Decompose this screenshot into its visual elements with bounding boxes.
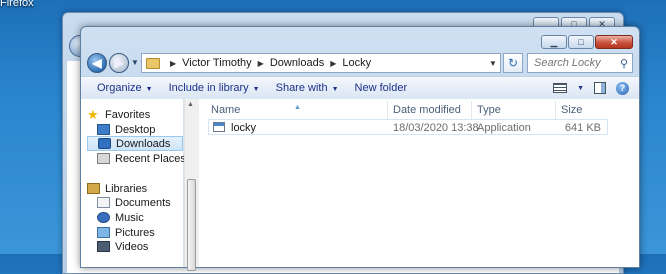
breadcrumb-separator[interactable]: ▶ [330, 59, 336, 68]
refresh-icon: ↻ [507, 56, 519, 70]
nav-recent-places[interactable]: Recent Places [97, 151, 186, 166]
nav-libraries[interactable]: Libraries [87, 181, 183, 196]
view-dropdown-icon[interactable]: ▼ [577, 85, 584, 92]
file-type: Application [477, 122, 531, 134]
breadcrumb-downloads[interactable]: Downloads [270, 57, 324, 69]
forward-icon: ▶ [114, 56, 124, 70]
column-divider[interactable] [387, 101, 388, 119]
file-list: ▲ Name Date modified Type Size locky 18/… [199, 99, 639, 267]
documents-icon [97, 197, 110, 208]
column-name-header[interactable]: Name [211, 104, 240, 116]
chevron-down-icon: ▼ [145, 86, 153, 93]
address-bar[interactable]: ▶ Victor Timothy ▶ Downloads ▶ Locky ▼ [141, 53, 501, 73]
minimize-button[interactable]: ▁ [541, 35, 567, 49]
help-icon[interactable]: ? [616, 81, 629, 95]
share-with-menu[interactable]: Share with ▼ [276, 82, 339, 94]
column-date-modified-header[interactable]: Date modified [393, 104, 461, 116]
nav-music[interactable]: Music [97, 210, 183, 225]
address-dropdown-icon[interactable]: ▼ [486, 59, 500, 68]
star-icon: ★ [87, 107, 99, 122]
nav-favorites[interactable]: ★ Favorites [87, 107, 183, 122]
file-row[interactable]: locky 18/03/2020 13:38 Application 641 K… [208, 119, 608, 135]
scrollbar-thumb[interactable] [187, 179, 196, 271]
pictures-icon [97, 227, 110, 238]
back-icon: ◀ [92, 56, 102, 70]
search-input[interactable] [534, 57, 612, 69]
nav-desktop-label: Desktop [115, 123, 156, 136]
include-in-library-label: Include in library [168, 82, 249, 94]
chevron-down-icon: ▼ [252, 86, 260, 93]
include-in-library-menu[interactable]: Include in library ▼ [169, 82, 260, 94]
organize-label: Organize [97, 82, 142, 94]
forward-button[interactable]: ▶ [109, 53, 129, 73]
preview-pane-icon[interactable] [594, 82, 606, 94]
nav-videos-label: Videos [115, 240, 149, 253]
back-button[interactable]: ◀ [87, 53, 107, 73]
nav-pictures-label: Pictures [115, 226, 155, 239]
nav-recent-places-label: Recent Places [115, 152, 186, 165]
nav-downloads-label: Downloads [116, 137, 171, 150]
command-toolbar: Organize ▼ Include in library ▼ Share with… [81, 76, 639, 100]
navigation-pane: ★ Favorites Desktop Downloads Recent Pla… [81, 99, 186, 267]
sort-ascending-icon: ▲ [294, 104, 301, 111]
search-box[interactable]: ⚲ [527, 53, 633, 73]
breadcrumb-victor-timothy[interactable]: Victor Timothy [182, 57, 252, 69]
file-name: locky [231, 122, 257, 134]
refresh-button[interactable]: ↻ [503, 53, 523, 73]
music-icon [97, 212, 110, 223]
address-row: ◀ ▶ ▼ ▶ Victor Timothy ▶ Downloads ▶ Loc… [87, 53, 633, 75]
file-size: 641 KB [564, 122, 601, 134]
column-divider[interactable] [555, 101, 556, 119]
column-headers: ▲ Name Date modified Type Size [199, 99, 639, 121]
maximize-button[interactable]: □ [568, 35, 594, 49]
downloads-icon [98, 138, 111, 149]
breadcrumb-locky[interactable]: Locky [342, 57, 371, 69]
recent-places-icon [97, 153, 110, 164]
organize-menu[interactable]: Organize ▼ [97, 82, 153, 94]
breadcrumb-separator[interactable]: ▶ [170, 59, 176, 68]
nav-videos[interactable]: Videos [97, 239, 183, 254]
share-with-label: Share with [275, 82, 328, 94]
window-body: ★ Favorites Desktop Downloads Recent Pla… [81, 99, 639, 271]
nav-libraries-label: Libraries [105, 182, 148, 195]
videos-icon [97, 241, 110, 252]
new-folder-button[interactable]: New folder [355, 82, 408, 94]
nav-pictures[interactable]: Pictures [97, 225, 183, 240]
chevron-down-icon: ▼ [331, 86, 339, 93]
file-date-modified: 18/03/2020 13:38 [393, 122, 479, 134]
desktop-icon [97, 124, 110, 135]
window-controls: ▁ □ ✕ [541, 35, 633, 49]
column-type-header[interactable]: Type [477, 104, 501, 116]
breadcrumb-separator[interactable]: ▶ [258, 59, 264, 68]
nav-downloads[interactable]: Downloads [87, 136, 183, 151]
search-icon[interactable]: ⚲ [620, 57, 628, 70]
recent-pages-dropdown[interactable]: ▼ [131, 58, 139, 67]
nav-favorites-label: Favorites [105, 108, 151, 121]
column-divider[interactable] [471, 101, 472, 119]
nav-documents[interactable]: Documents [97, 195, 183, 210]
folder-icon [146, 57, 160, 69]
navigation-scrollbar[interactable]: ▲ [184, 99, 199, 271]
explorer-window: ▁ □ ✕ ◀ ▶ ▼ ▶ Victor Timothy ▶ Downloads… [80, 26, 640, 271]
libraries-icon [87, 183, 100, 194]
change-view-icon[interactable] [553, 83, 568, 93]
nav-music-label: Music [115, 211, 144, 224]
close-button[interactable]: ✕ [595, 35, 633, 49]
nav-documents-label: Documents [115, 196, 171, 209]
application-icon [213, 122, 225, 132]
desktop-label: Firefox [0, 0, 34, 9]
nav-desktop[interactable]: Desktop [97, 122, 183, 137]
scroll-up-icon[interactable]: ▲ [187, 101, 194, 108]
column-size-header[interactable]: Size [561, 104, 582, 116]
toolbar-right: ▼ ? [553, 81, 629, 95]
